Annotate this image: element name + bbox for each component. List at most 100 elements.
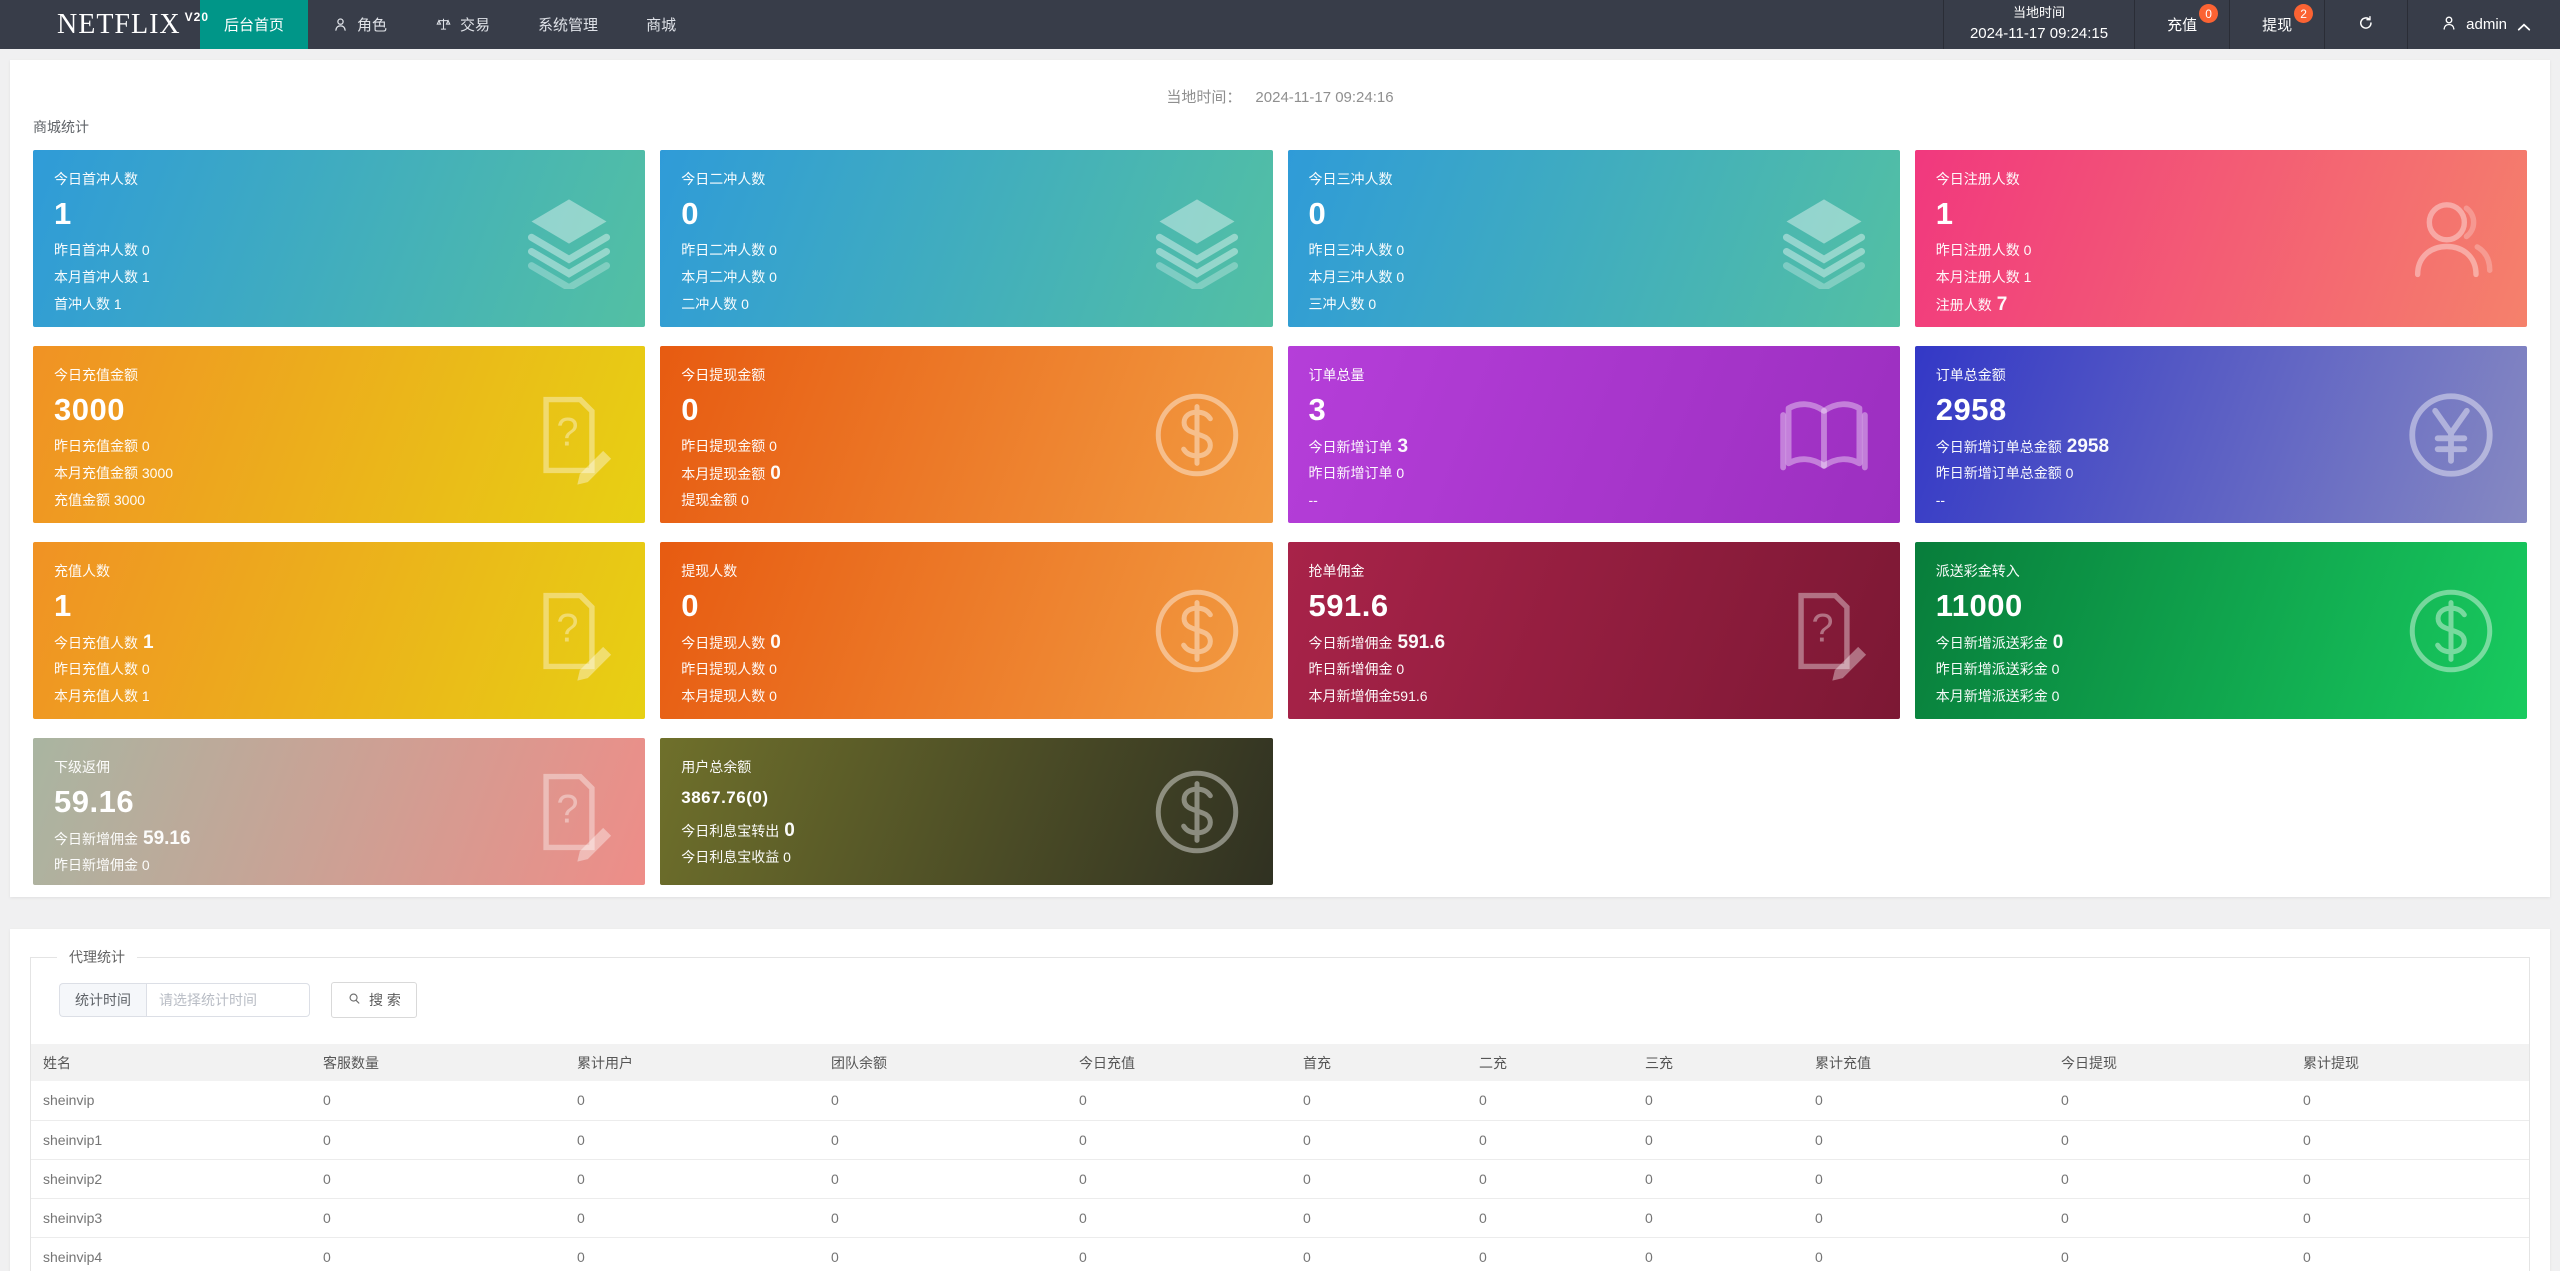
table-cell: 0 (2291, 1159, 2529, 1198)
table-cell: 0 (565, 1081, 819, 1120)
menu-item-label: 系统管理 (538, 14, 598, 35)
table-cell: 0 (1067, 1237, 1291, 1271)
layers-icon (1774, 189, 1874, 289)
menu-item-label: 角色 (357, 14, 387, 35)
table-cell: 0 (311, 1198, 565, 1237)
svg-text:?: ? (557, 606, 579, 650)
table-cell: 0 (2049, 1237, 2291, 1271)
table-cell: 0 (819, 1081, 1067, 1120)
dollar-circle-icon (2401, 581, 2501, 681)
card-title: 充值人数 (54, 561, 645, 581)
table-cell: 0 (2049, 1198, 2291, 1237)
menu-item-label: 商城 (646, 14, 676, 35)
svg-text:?: ? (557, 410, 579, 454)
top-navbar: NETFLIX V20 后台首页 角色 交易 系统管理 商城 当地时间 2024-11-… (0, 0, 2560, 49)
menu-item-label: 后台首页 (224, 14, 284, 35)
table-cell: 0 (311, 1159, 565, 1198)
table-cell: 0 (1467, 1198, 1633, 1237)
menu-item-1[interactable]: 后台首页 (200, 0, 308, 49)
withdraw-badge: 2 (2294, 4, 2313, 23)
table-cell: 0 (2049, 1159, 2291, 1198)
table-cell: 0 (1633, 1120, 1803, 1159)
column-header: 团队余额 (819, 1044, 1067, 1081)
dollar-circle-icon (1147, 581, 1247, 681)
table-row: sheinvip10000000000 (31, 1120, 2529, 1159)
table-cell: 0 (1467, 1081, 1633, 1120)
brand-logo[interactable]: NETFLIX V20 (0, 0, 200, 49)
yen-circle-icon (2401, 385, 2501, 485)
card-stat-line: -- (1309, 487, 1900, 514)
table-row: sheinvip0000000000 (31, 1081, 2529, 1120)
column-header: 今日充值 (1067, 1044, 1291, 1081)
column-header: 累计提现 (2291, 1044, 2529, 1081)
table-cell: 0 (565, 1120, 819, 1159)
stat-card: 用户总余额3867.76(0)今日利息宝转出0今日利息宝收益 0 (660, 738, 1272, 885)
stat-time-label: 统计时间 (59, 983, 146, 1017)
refresh-icon (2357, 14, 2375, 36)
admin-menu[interactable]: admin (2407, 0, 2560, 49)
table-cell: 0 (819, 1198, 1067, 1237)
withdraw-button[interactable]: 提现 2 (2229, 0, 2324, 49)
table-cell: 0 (565, 1159, 819, 1198)
card-stat-strong-value: 3 (1398, 433, 1409, 460)
menu-item-4[interactable]: 系统管理 (514, 0, 622, 49)
recharge-button[interactable]: 充值 0 (2134, 0, 2229, 49)
stat-card: 今日首冲人数1昨日首冲人数 0本月首冲人数 1首冲人数 1 (33, 150, 645, 327)
card-title: 订单总量 (1309, 365, 1900, 385)
scales-icon (435, 16, 452, 33)
table-cell: 0 (1291, 1237, 1467, 1271)
table-cell: sheinvip2 (31, 1159, 311, 1198)
table-cell: sheinvip3 (31, 1198, 311, 1237)
main-menu: 后台首页 角色 交易 系统管理 商城 (200, 0, 700, 49)
menu-item-5[interactable]: 商城 (622, 0, 700, 49)
stat-card: 今日三冲人数0昨日三冲人数 0本月三冲人数 0三冲人数 0 (1288, 150, 1900, 327)
column-header: 姓名 (31, 1044, 311, 1081)
card-stat-strong-value: 59.16 (143, 825, 191, 852)
agent-stats-panel: 代理统计 统计时间 搜 索 姓名客服数量累计用户团队余额今日充值首充二充三充累计… (10, 929, 2550, 1271)
stat-card: 今日充值金额3000昨日充值金额 0本月充值金额 3000充值金额 3000? (33, 346, 645, 523)
table-cell: 0 (1291, 1159, 1467, 1198)
menu-item-3[interactable]: 交易 (411, 0, 514, 49)
column-header: 三充 (1633, 1044, 1803, 1081)
refresh-button[interactable] (2324, 0, 2407, 49)
card-stat-strong-value: 0 (2053, 629, 2064, 656)
column-header: 今日提现 (2049, 1044, 2291, 1081)
table-row: sheinvip20000000000 (31, 1159, 2529, 1198)
column-header: 累计用户 (565, 1044, 819, 1081)
stat-card: 订单总量3今日新增订单3昨日新增订单 0-- (1288, 346, 1900, 523)
menu-item-2[interactable]: 角色 (308, 0, 411, 49)
table-cell: 0 (1067, 1198, 1291, 1237)
search-button[interactable]: 搜 索 (331, 982, 417, 1018)
table-cell: 0 (2291, 1198, 2529, 1237)
chevron-up-icon (2515, 18, 2528, 31)
table-cell: 0 (1467, 1120, 1633, 1159)
card-title: 今日二冲人数 (681, 169, 1272, 189)
card-stat-line: 提现金额 0 (681, 487, 1272, 514)
svg-text:?: ? (557, 787, 579, 831)
navbar-time-label: 当地时间 (1970, 4, 2108, 23)
svg-text:?: ? (1811, 606, 1833, 650)
table-row: sheinvip30000000000 (31, 1198, 2529, 1237)
stat-card: 下级返佣59.16今日新增佣金59.16昨日新增佣金 0? (33, 738, 645, 885)
page-time-value: 2024-11-17 09:24:16 (1255, 89, 1393, 106)
table-cell: 0 (1467, 1237, 1633, 1271)
stat-time-input[interactable] (146, 983, 310, 1017)
card-title: 今日三冲人数 (1309, 169, 1900, 189)
table-cell: 0 (1067, 1120, 1291, 1159)
table-cell: 0 (1291, 1081, 1467, 1120)
card-stat-strong-value: 0 (770, 629, 781, 656)
stat-card: 充值人数1今日充值人数1昨日充值人数 0本月充值人数 1? (33, 542, 645, 719)
table-cell: 0 (819, 1120, 1067, 1159)
card-stat-line: 本月新增佣金591.6 (1309, 683, 1900, 710)
user-icon (2440, 14, 2458, 36)
admin-username: admin (2466, 16, 2507, 33)
navbar-time-value: 2024-11-17 09:24:15 (1970, 23, 2108, 45)
file-edit-icon: ? (519, 581, 619, 681)
file-edit-icon: ? (519, 385, 619, 485)
filter-row: 统计时间 搜 索 (59, 982, 2529, 1018)
dollar-circle-icon (1147, 762, 1247, 862)
card-stat-strong-value: 0 (784, 817, 795, 844)
menu-item-label: 交易 (460, 14, 490, 35)
page-time-label: 当地时间： (1166, 89, 1241, 106)
file-edit-icon: ? (519, 762, 619, 862)
